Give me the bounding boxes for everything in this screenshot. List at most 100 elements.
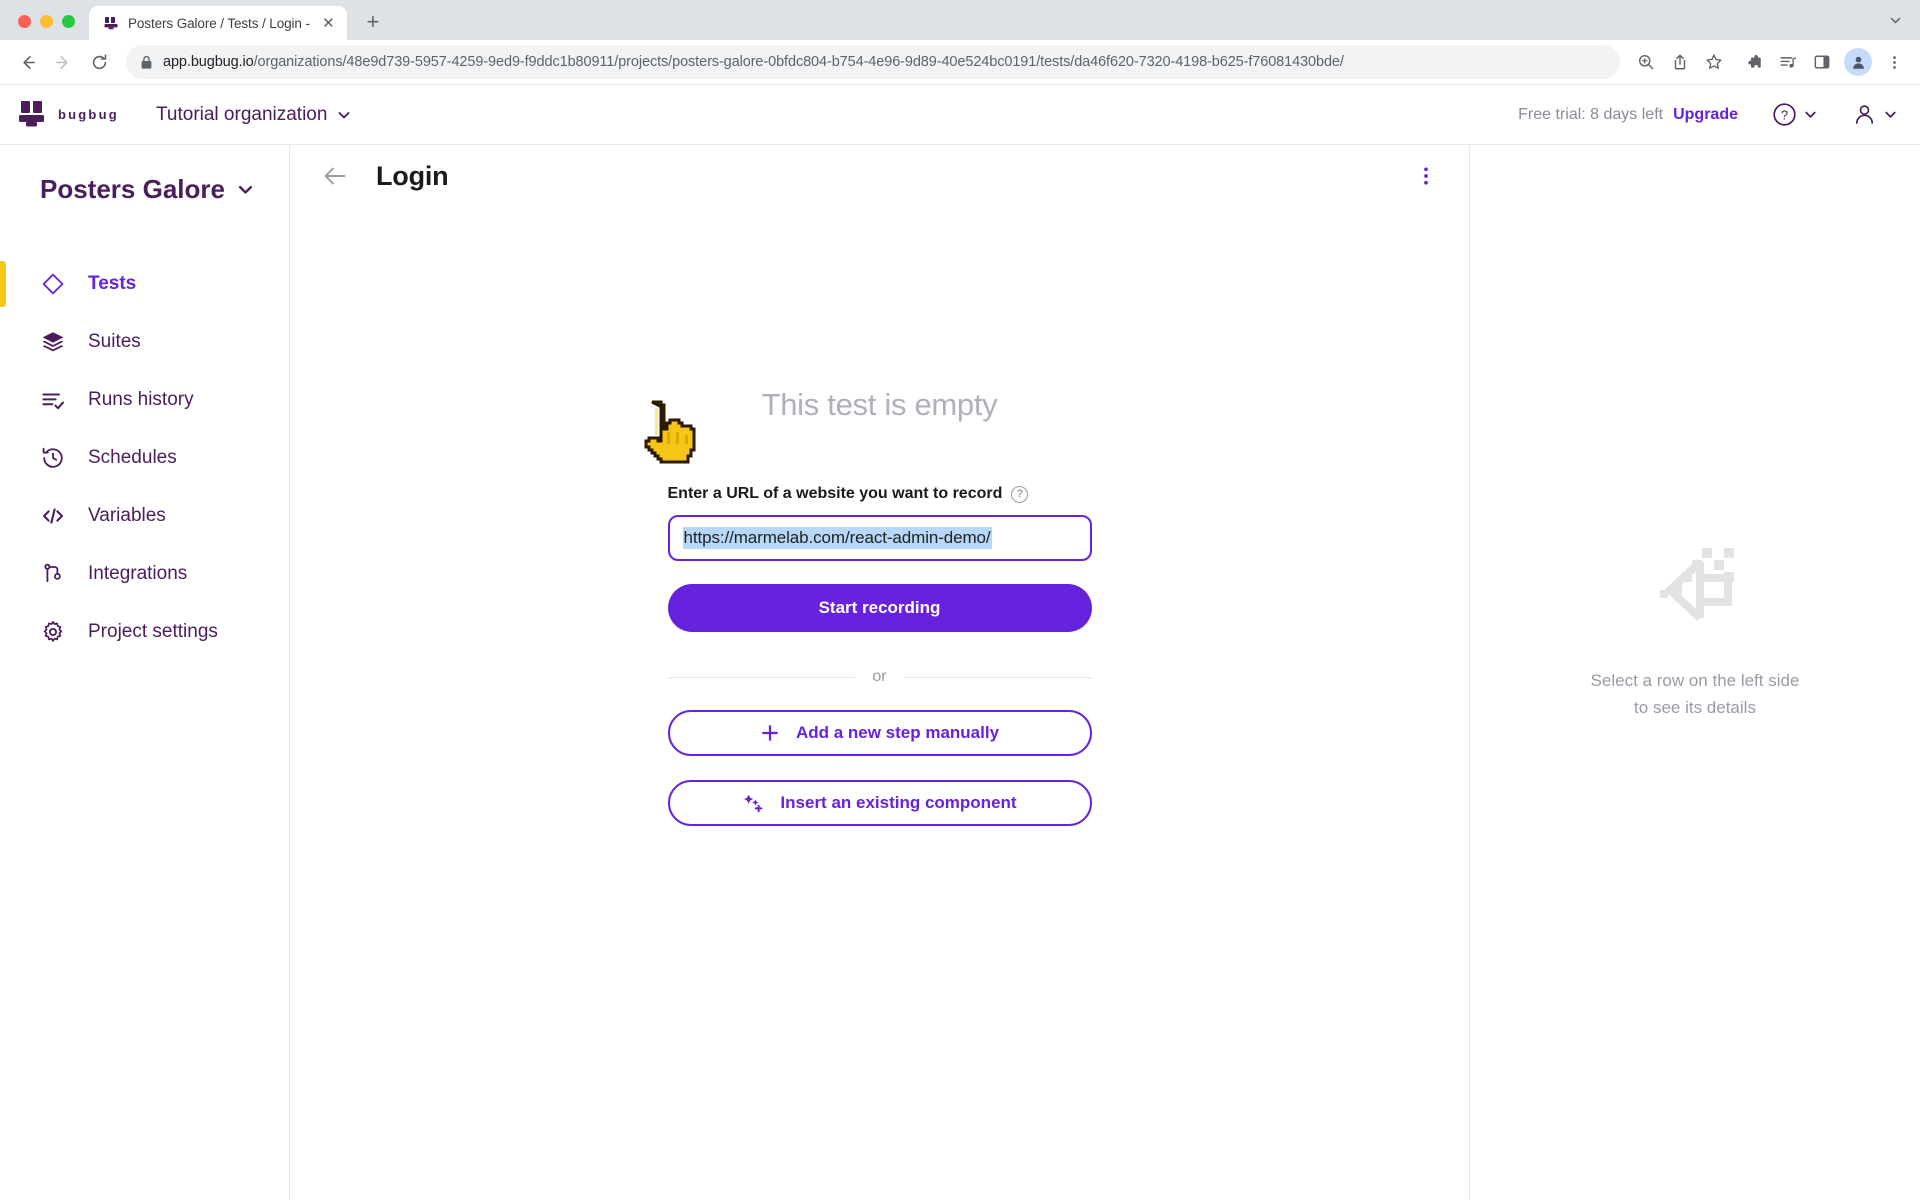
side-panel-icon[interactable] bbox=[1806, 46, 1838, 78]
empty-test-state: This test is empty Enter a URL of a webs… bbox=[290, 207, 1469, 1200]
sidebar-item-schedules[interactable]: Schedules bbox=[0, 429, 289, 487]
upgrade-link[interactable]: Upgrade bbox=[1673, 106, 1738, 124]
browser-window: Posters Galore / Tests / Login - ✕ + app… bbox=[0, 0, 1920, 1200]
sidebar-item-label: Tests bbox=[88, 273, 137, 294]
insert-existing-component-label: Insert an existing component bbox=[780, 793, 1017, 812]
browser-tab[interactable]: Posters Galore / Tests / Login - ✕ bbox=[89, 6, 347, 40]
sidebar-item-label: Project settings bbox=[88, 621, 218, 642]
window-minimize-button[interactable] bbox=[40, 15, 53, 28]
or-label: or bbox=[872, 668, 887, 685]
sidebar-item-label: Variables bbox=[88, 505, 166, 526]
trial-status-text: Free trial: 8 days left bbox=[1518, 105, 1664, 123]
toolbar-actions bbox=[1630, 46, 1910, 78]
chevron-down-icon bbox=[336, 107, 352, 123]
add-step-manually-button[interactable]: Add a new step manually bbox=[667, 710, 1092, 756]
address-bar-url: app.bugbug.io/organizations/48e9d739-595… bbox=[163, 54, 1344, 70]
sidebar-item-tests[interactable]: Tests bbox=[0, 255, 289, 313]
back-arrow-icon[interactable] bbox=[318, 159, 352, 193]
url-field-label-row: Enter a URL of a website you want to rec… bbox=[668, 485, 1092, 503]
runs-icon bbox=[40, 387, 66, 413]
project-name: Posters Galore bbox=[40, 173, 225, 204]
tab-strip: Posters Galore / Tests / Login - ✕ + bbox=[0, 0, 1920, 40]
help-menu-button[interactable]: ? bbox=[1772, 102, 1818, 127]
browser-toolbar: app.bugbug.io/organizations/48e9d739-595… bbox=[0, 40, 1920, 84]
bugbug-app: bugbug Tutorial organization Free trial:… bbox=[0, 84, 1920, 1200]
close-icon[interactable]: ✕ bbox=[319, 14, 338, 33]
empty-state-title: This test is empty bbox=[761, 387, 998, 422]
add-step-manually-label: Add a new step manually bbox=[795, 723, 1000, 742]
record-url-form: Enter a URL of a website you want to rec… bbox=[667, 485, 1092, 826]
share-icon[interactable] bbox=[1664, 46, 1696, 78]
url-input[interactable]: https://marmelab.com/react-admin-demo/ bbox=[667, 515, 1092, 561]
start-recording-button[interactable]: Start recording bbox=[667, 584, 1092, 632]
organization-name: Tutorial organization bbox=[156, 103, 328, 125]
sidebar-item-runs-history[interactable]: Runs history bbox=[0, 371, 289, 429]
media-list-icon[interactable] bbox=[1772, 46, 1804, 78]
forward-icon[interactable] bbox=[46, 45, 80, 79]
insert-existing-component-button[interactable]: Insert an existing component bbox=[667, 780, 1092, 826]
user-icon bbox=[1852, 102, 1877, 127]
window-maximize-button[interactable] bbox=[62, 15, 75, 28]
back-icon[interactable] bbox=[10, 45, 44, 79]
window-traffic-lights bbox=[12, 15, 89, 40]
sitemap-icon bbox=[40, 561, 66, 587]
gear-icon bbox=[40, 619, 66, 645]
details-pane-empty-text: Select a row on the left side to see its… bbox=[1590, 671, 1800, 717]
page-title: Login bbox=[376, 160, 449, 191]
sidebar-item-label: Schedules bbox=[88, 447, 177, 468]
organization-switcher[interactable]: Tutorial organization bbox=[156, 104, 352, 126]
sparkle-plus-icon bbox=[742, 792, 764, 814]
divider-line-left bbox=[667, 676, 856, 678]
app-body: Posters Galore Tests Suites Runs history… bbox=[0, 145, 1920, 1200]
extensions-icon[interactable] bbox=[1738, 46, 1770, 78]
reload-icon[interactable] bbox=[82, 45, 116, 79]
code-icon bbox=[40, 503, 66, 529]
browser-tab-title: Posters Galore / Tests / Login - bbox=[128, 15, 310, 31]
divider-line-right bbox=[903, 676, 1092, 678]
url-field-label: Enter a URL of a website you want to rec… bbox=[667, 485, 1003, 502]
plus-icon bbox=[760, 723, 780, 743]
lock-icon bbox=[140, 55, 153, 70]
help-circle-icon[interactable]: ? bbox=[1011, 485, 1029, 503]
project-switcher[interactable]: Posters Galore bbox=[0, 167, 289, 211]
sidebar: Posters Galore Tests Suites Runs history… bbox=[0, 145, 290, 1200]
bugbug-logo[interactable]: bugbug bbox=[18, 100, 128, 130]
new-tab-button[interactable]: + bbox=[357, 6, 389, 38]
test-header: Login bbox=[290, 145, 1469, 207]
address-bar-path: /organizations/48e9d739-5957-4259-9ed9-f… bbox=[253, 54, 1344, 70]
app-header: bugbug Tutorial organization Free trial:… bbox=[0, 85, 1920, 145]
chevron-down-icon bbox=[1883, 107, 1898, 122]
bookmark-star-icon[interactable] bbox=[1698, 46, 1730, 78]
chevron-down-icon[interactable] bbox=[1878, 3, 1912, 37]
chevron-down-icon bbox=[236, 180, 255, 199]
test-editor-pane: Login This test is empty Enter a URL of … bbox=[290, 145, 1470, 1200]
account-menu-button[interactable] bbox=[1852, 102, 1898, 127]
chevron-down-icon bbox=[1803, 107, 1818, 122]
left-arrow-pixel-icon bbox=[1640, 544, 1750, 640]
help-circle-icon: ? bbox=[1772, 102, 1797, 127]
sidebar-item-label: Suites bbox=[88, 331, 141, 352]
details-pane: Select a row on the left side to see its… bbox=[1470, 145, 1920, 1200]
window-close-button[interactable] bbox=[18, 15, 31, 28]
bugbug-logo-icon bbox=[18, 100, 50, 130]
layers-icon bbox=[40, 329, 66, 355]
sidebar-item-variables[interactable]: Variables bbox=[0, 487, 289, 545]
profile-avatar-icon[interactable] bbox=[1844, 48, 1872, 76]
sidebar-item-label: Runs history bbox=[88, 389, 194, 410]
sidebar-item-integrations[interactable]: Integrations bbox=[0, 545, 289, 603]
test-options-menu-icon[interactable] bbox=[1409, 159, 1443, 193]
address-bar-host: app.bugbug.io bbox=[163, 54, 254, 70]
sidebar-item-suites[interactable]: Suites bbox=[0, 313, 289, 371]
bugbug-favicon bbox=[102, 15, 119, 32]
bugbug-logo-wordmark: bugbug bbox=[58, 107, 119, 122]
sidebar-item-project-settings[interactable]: Project settings bbox=[0, 603, 289, 661]
svg-text:?: ? bbox=[1781, 107, 1788, 122]
clock-back-icon bbox=[40, 445, 66, 471]
pointing-hand-cursor bbox=[631, 399, 703, 471]
sidebar-nav: Tests Suites Runs history Schedules Vari… bbox=[0, 255, 289, 661]
zoom-in-icon[interactable] bbox=[1630, 46, 1662, 78]
url-input-value: https://marmelab.com/react-admin-demo/ bbox=[682, 527, 992, 549]
browser-menu-icon[interactable] bbox=[1878, 46, 1910, 78]
address-bar[interactable]: app.bugbug.io/organizations/48e9d739-595… bbox=[126, 45, 1620, 79]
diamond-icon bbox=[40, 271, 66, 297]
